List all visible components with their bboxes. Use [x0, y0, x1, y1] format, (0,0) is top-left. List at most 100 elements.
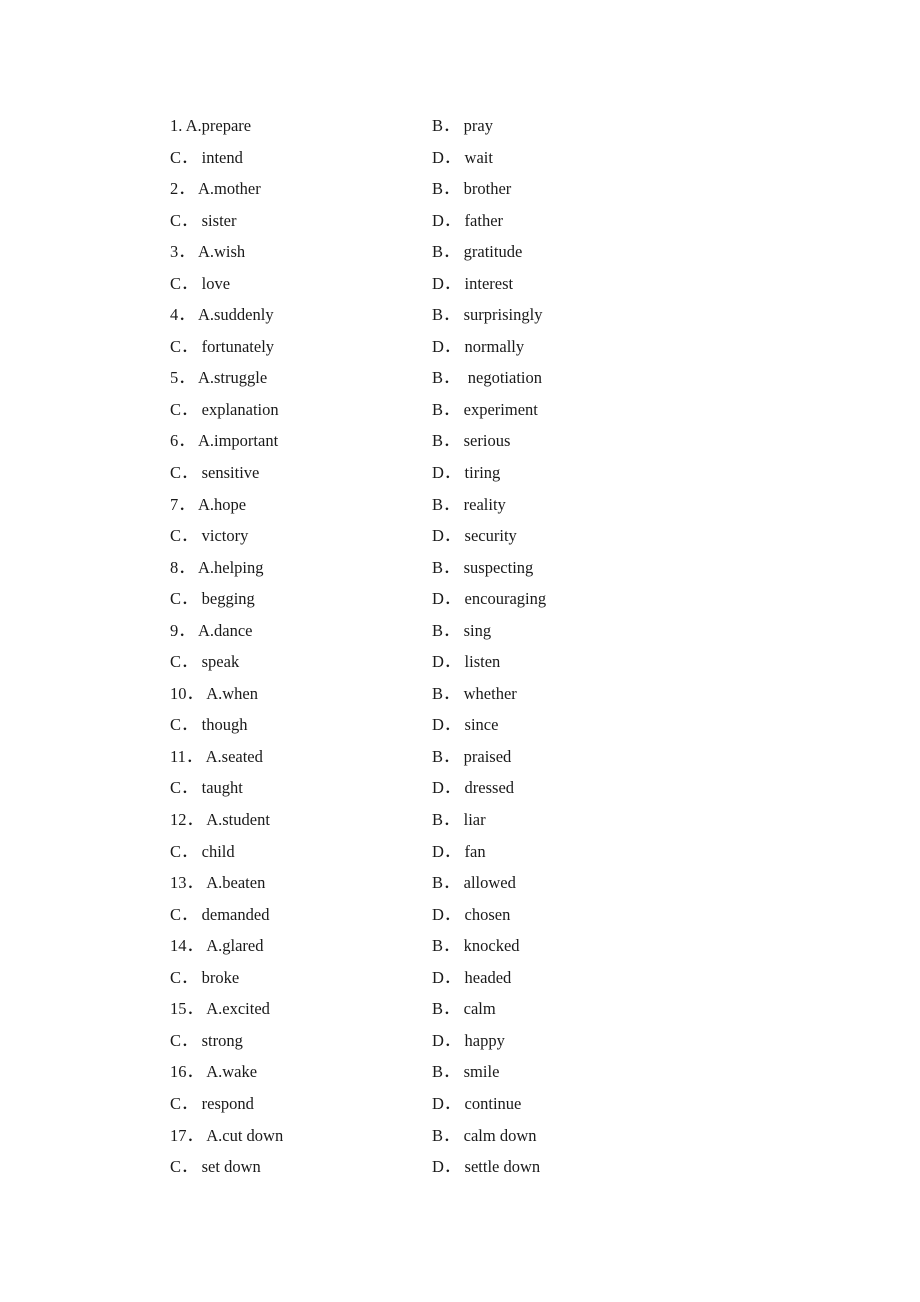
option-left: C． sister	[170, 205, 236, 237]
option-left-label: 17．	[170, 1125, 203, 1145]
option-right: B． whether	[432, 678, 517, 710]
option-right: B． serious	[432, 425, 510, 457]
option-right-text: continue	[464, 1093, 522, 1113]
option-line: C． love D． interest	[170, 268, 870, 300]
option-right: B． calm down	[432, 1120, 537, 1152]
option-right-text: interest	[464, 273, 514, 293]
option-line: C． respond D． continue	[170, 1088, 870, 1120]
option-left: 5． A.struggle	[170, 362, 267, 394]
option-left-text: A.cut down	[206, 1125, 284, 1145]
option-left-text: A.important	[197, 431, 279, 451]
option-left-label: C．	[170, 778, 198, 798]
option-line: C． sensitive D． tiring	[170, 457, 870, 489]
option-right: D． dressed	[432, 772, 514, 804]
option-right-text: calm	[463, 999, 496, 1019]
option-left-label: C．	[170, 336, 198, 356]
option-right-label: B．	[432, 179, 460, 199]
option-left-text: though	[201, 715, 248, 735]
option-right-text: serious	[463, 431, 511, 451]
option-left: 14． A.glared	[170, 930, 264, 962]
option-left-label: 2．	[170, 179, 195, 199]
option-right: B． gratitude	[432, 236, 522, 268]
option-right: B． smile	[432, 1056, 499, 1088]
option-line: 8． A.helping B． suspecting	[170, 552, 870, 584]
option-right-text: headed	[464, 967, 512, 987]
option-right-text: father	[464, 210, 504, 230]
option-right: D． settle down	[432, 1151, 540, 1183]
option-left-label: C．	[170, 904, 198, 924]
option-left-label: 11．	[170, 746, 203, 766]
option-line: C． strong D． happy	[170, 1025, 870, 1057]
option-right: D． happy	[432, 1025, 505, 1057]
option-left-text: fortunately	[201, 336, 275, 356]
option-left-label: C．	[170, 589, 198, 609]
option-line: 1. A.prepare B． pray	[170, 110, 870, 142]
option-right-label: B．	[432, 494, 460, 514]
option-right-label: B．	[432, 873, 460, 893]
option-left-label: 4．	[170, 305, 195, 325]
option-right-text: allowed	[463, 873, 516, 893]
option-right-label: D．	[432, 652, 461, 672]
option-right-text: experiment	[463, 399, 538, 419]
option-line: 12． A.student B． liar	[170, 804, 870, 836]
option-left-label: 15．	[170, 999, 203, 1019]
option-left-text: A.suddenly	[197, 305, 274, 325]
option-right-label: D．	[432, 1093, 461, 1113]
option-left-text: set down	[201, 1157, 261, 1177]
option-right: B． brother	[432, 173, 511, 205]
option-line: C． broke D． headed	[170, 962, 870, 994]
option-right-text: pray	[463, 116, 493, 135]
option-line: 6． A.important B． serious	[170, 425, 870, 457]
option-left-text: A.excited	[206, 999, 270, 1019]
option-left: C． strong	[170, 1025, 243, 1057]
option-right: B． surprisingly	[432, 299, 542, 331]
option-line: 7． A.hope B． reality	[170, 489, 870, 521]
option-right-label: B．	[432, 242, 460, 262]
option-left-text: sister	[201, 210, 237, 230]
option-left: C． broke	[170, 962, 239, 994]
option-left: C． child	[170, 836, 235, 868]
option-left-text: A.wake	[206, 1062, 258, 1082]
option-left-text: taught	[201, 778, 243, 798]
option-right-text: gratitude	[463, 242, 523, 262]
option-left-label: C．	[170, 967, 198, 987]
option-right-label: B．	[432, 620, 460, 640]
option-left: C． begging	[170, 583, 255, 615]
option-line: C． begging D． encouraging	[170, 583, 870, 615]
option-right-text: negotiation	[463, 368, 542, 388]
option-right-text: smile	[463, 1062, 500, 1082]
option-line: 16． A.wake B． smile	[170, 1056, 870, 1088]
option-left: 16． A.wake	[170, 1056, 257, 1088]
option-line: 11． A.seated B． praised	[170, 741, 870, 773]
option-left: C． demanded	[170, 899, 269, 931]
option-right-label: D．	[432, 210, 461, 230]
option-left-text: victory	[201, 526, 249, 546]
option-left-text: respond	[201, 1093, 254, 1113]
option-right: D． since	[432, 709, 498, 741]
option-left: C． explanation	[170, 394, 279, 426]
option-line: 10． A.when B． whether	[170, 678, 870, 710]
option-right-label: D．	[432, 463, 461, 483]
option-left-text: A.dance	[197, 620, 253, 640]
option-right-text: brother	[463, 179, 512, 199]
option-line: C． explanation B． experiment	[170, 394, 870, 426]
option-left-label: C．	[170, 210, 198, 230]
option-line: C． intend D． wait	[170, 142, 870, 174]
option-line: 13． A.beaten B． allowed	[170, 867, 870, 899]
option-right: D． normally	[432, 331, 524, 363]
option-left: 9． A.dance	[170, 615, 252, 647]
option-left-text: child	[201, 841, 235, 861]
option-line: C． fortunately D． normally	[170, 331, 870, 363]
option-line: 15． A.excited B． calm	[170, 993, 870, 1025]
option-left-text: intend	[201, 147, 243, 167]
option-right-label: D．	[432, 589, 461, 609]
option-line: C． speak D． listen	[170, 646, 870, 678]
option-right-label: D．	[432, 841, 461, 861]
option-right-label: B．	[432, 305, 460, 325]
option-left: 4． A.suddenly	[170, 299, 274, 331]
option-right-label: D．	[432, 147, 461, 167]
option-left-label: 1.	[170, 116, 183, 135]
option-left: 15． A.excited	[170, 993, 270, 1025]
option-left: 7． A.hope	[170, 489, 246, 521]
option-right-text: calm down	[463, 1125, 537, 1145]
